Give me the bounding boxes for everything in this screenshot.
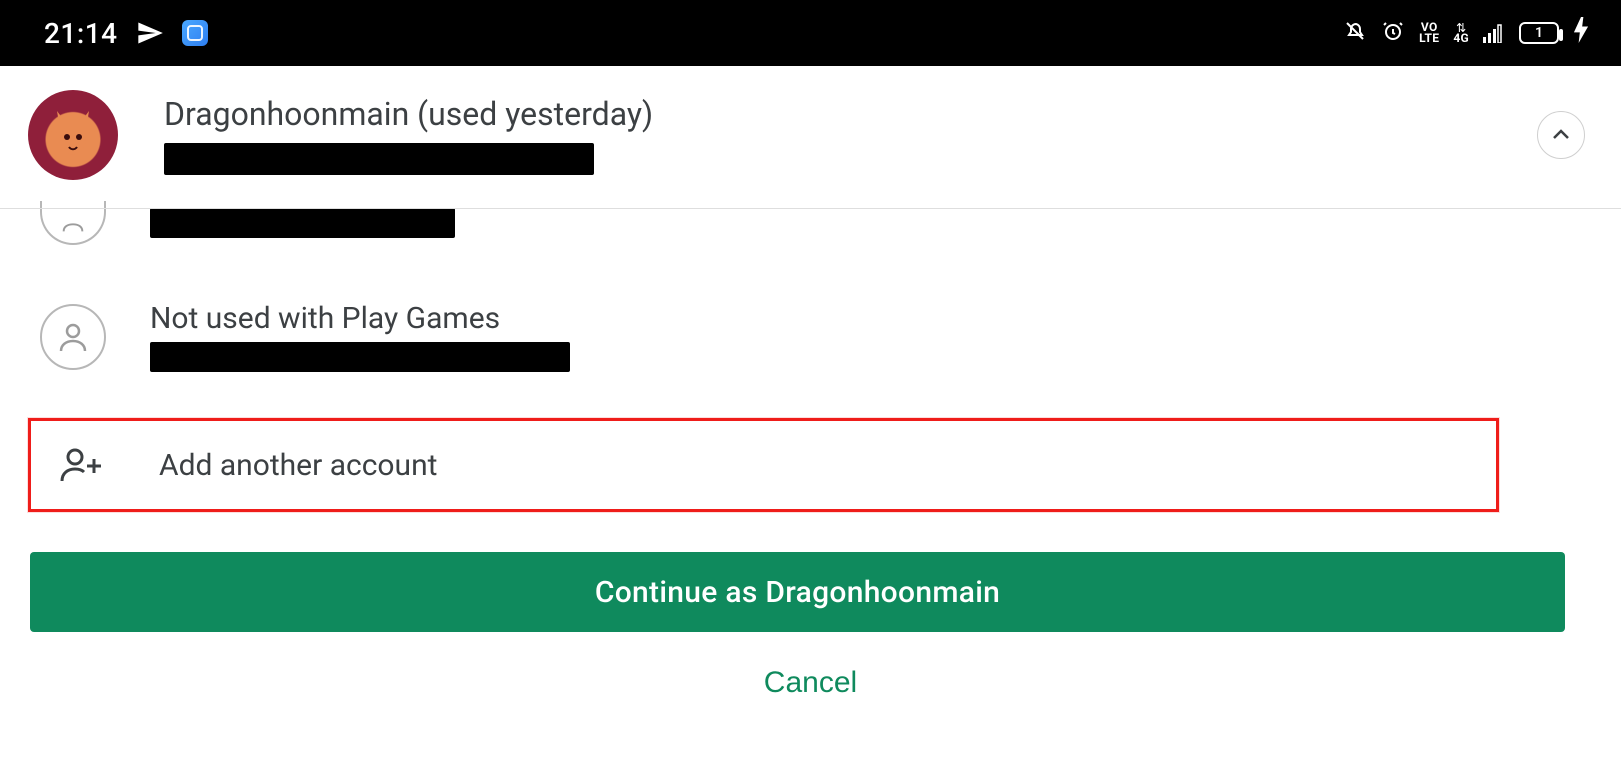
selected-account-email-redacted [164,143,594,175]
selected-account-title: Dragonhoonmain (used yesterday) [164,95,1537,133]
avatar [28,90,118,180]
mute-icon [1343,17,1367,50]
account-text [150,208,455,238]
account-title: Not used with Play Games [150,301,570,336]
continue-button[interactable]: Continue as Dragonhoonmain [30,552,1565,632]
alarm-icon [1381,17,1405,50]
battery-text: 1 [1535,25,1543,41]
telegram-icon [136,19,164,47]
chevron-up-icon [1549,123,1573,147]
charging-icon [1573,17,1589,50]
person-icon [53,317,93,357]
continue-label: Continue as Dragonhoonmain [595,575,1000,610]
volte-bot: LTE [1419,33,1439,44]
person-add-icon [59,447,105,483]
person-icon [55,208,91,236]
selected-account-row[interactable]: Dragonhoonmain (used yesterday) [0,66,1621,209]
add-account-highlight: Add another account [28,418,1499,512]
cancel-label: Cancel [764,666,857,699]
battery-icon: 1 [1519,22,1559,44]
collapse-button[interactable] [1537,111,1585,159]
app-icon [182,20,208,46]
account-email-redacted [150,342,570,372]
account-email-redacted [150,208,455,238]
add-account-row[interactable]: Add another account [31,421,1496,509]
account-text: Not used with Play Games [150,301,570,372]
add-account-label: Add another account [159,448,437,483]
cancel-button[interactable]: Cancel [0,666,1621,700]
net-label: 4G [1453,33,1469,44]
avatar-placeholder [40,304,106,370]
network-icon: ⇅ 4G [1453,23,1469,44]
account-list: Not used with Play Games Add another acc… [0,201,1621,700]
selected-account-text: Dragonhoonmain (used yesterday) [164,95,1537,175]
account-row[interactable]: Not used with Play Games [0,263,1621,394]
status-left: 21:14 [44,17,208,50]
clock: 21:14 [44,17,118,50]
account-row[interactable] [0,201,1621,263]
volte-icon: VO LTE [1419,22,1439,44]
signal-icon [1483,17,1505,50]
status-right: VO LTE ⇅ 4G 1 [1343,17,1589,50]
status-bar: 21:14 VO LTE ⇅ 4G 1 [0,0,1621,66]
